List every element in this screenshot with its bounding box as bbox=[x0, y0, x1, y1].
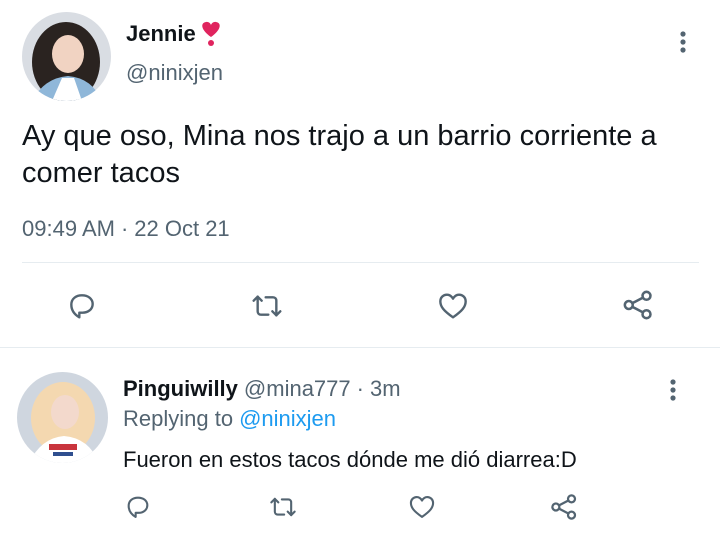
tweet-date[interactable]: 22 Oct 21 bbox=[134, 216, 229, 242]
author-avatar[interactable] bbox=[22, 12, 111, 101]
section-divider bbox=[0, 347, 720, 348]
replying-to-label: Replying to bbox=[123, 406, 234, 431]
reply-meta-separator: · bbox=[356, 376, 364, 401]
reply-reply-icon[interactable] bbox=[123, 492, 153, 522]
reply-age[interactable]: 3m bbox=[370, 376, 401, 402]
meta-separator: · bbox=[120, 216, 129, 241]
reply-like-icon[interactable] bbox=[406, 492, 438, 522]
more-options-icon[interactable] bbox=[670, 28, 696, 56]
reply-retweet-icon[interactable] bbox=[266, 492, 300, 522]
tweet-time[interactable]: 09:49 AM bbox=[22, 216, 115, 242]
like-icon[interactable] bbox=[434, 288, 472, 324]
reply-author-avatar[interactable] bbox=[17, 372, 108, 463]
reply-author-handle[interactable]: @mina777 bbox=[244, 376, 351, 402]
reply-icon[interactable] bbox=[64, 288, 100, 324]
reply-more-options-icon[interactable] bbox=[660, 376, 686, 404]
divider bbox=[22, 262, 699, 263]
replying-to-link[interactable]: @ninixjen bbox=[239, 406, 336, 432]
share-icon[interactable] bbox=[620, 287, 656, 323]
retweet-icon[interactable] bbox=[247, 288, 287, 324]
reply-share-icon[interactable] bbox=[548, 492, 580, 522]
reply-text: Fueron en estos tacos dónde me dió diarr… bbox=[123, 447, 577, 472]
reply-author-name[interactable]: Pinguiwilly bbox=[123, 376, 238, 402]
author-name[interactable]: Jennie bbox=[126, 21, 196, 47]
heart-exclamation-icon bbox=[198, 20, 224, 48]
author-handle[interactable]: @ninixjen bbox=[126, 60, 223, 86]
tweet-text: Ay que oso, Mina nos trajo a un barrio c… bbox=[22, 120, 657, 189]
